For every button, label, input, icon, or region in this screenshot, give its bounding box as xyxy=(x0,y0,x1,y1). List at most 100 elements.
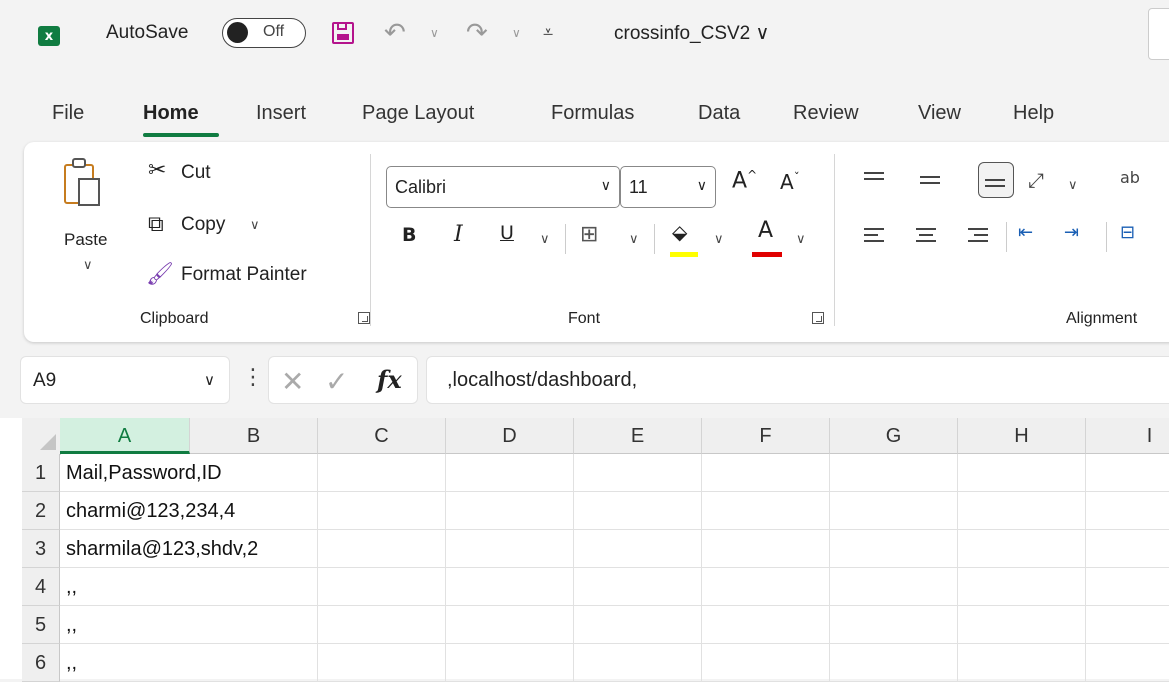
cut-button[interactable]: Cut xyxy=(181,162,211,184)
tab-help[interactable]: Help xyxy=(1013,102,1054,125)
paste-dropdown-icon[interactable]: ∨ xyxy=(83,258,93,273)
grid-cell[interactable] xyxy=(1086,606,1169,644)
grid-cell[interactable] xyxy=(958,568,1086,606)
borders-dropdown-icon[interactable]: ∨ xyxy=(629,232,639,247)
grid-cell[interactable] xyxy=(574,492,702,530)
cell-a2[interactable]: charmi@123,234,4 xyxy=(60,492,235,530)
column-header-d[interactable]: D xyxy=(446,418,574,454)
customize-toolbar-icon[interactable]: ⩡ xyxy=(543,22,553,43)
cell-a3[interactable]: sharmila@123,shdv,2 xyxy=(60,530,258,568)
grid-cell[interactable] xyxy=(1086,454,1169,492)
grid-cell[interactable] xyxy=(830,606,958,644)
align-middle-icon[interactable] xyxy=(920,176,942,192)
row-header[interactable]: 3 xyxy=(22,530,60,568)
grid-cell[interactable] xyxy=(318,492,446,530)
font-size-combo[interactable]: 11 ∨ xyxy=(620,166,716,208)
column-header-c[interactable]: C xyxy=(318,418,446,454)
insert-function-icon[interactable]: fx xyxy=(377,365,402,394)
grid-cell[interactable] xyxy=(446,644,574,682)
font-launcher-icon[interactable] xyxy=(812,312,824,324)
borders-icon[interactable]: ⊞ xyxy=(580,222,598,247)
row-header[interactable]: 5 xyxy=(22,606,60,644)
grid-cell[interactable] xyxy=(1086,492,1169,530)
column-header-e[interactable]: E xyxy=(574,418,702,454)
tab-file[interactable]: File xyxy=(52,102,84,125)
grid-cell[interactable] xyxy=(830,644,958,682)
grid-cell[interactable] xyxy=(574,530,702,568)
grid-cell[interactable] xyxy=(830,454,958,492)
tab-data[interactable]: Data xyxy=(698,102,740,125)
font-name-combo[interactable]: Calibri ∨ xyxy=(386,166,620,208)
increase-indent-icon[interactable]: ⇥ xyxy=(1064,222,1079,243)
orientation-dropdown-icon[interactable]: ∨ xyxy=(1068,178,1078,193)
copy-dropdown-icon[interactable]: ∨ xyxy=(250,218,260,233)
row-header[interactable]: 4 xyxy=(22,568,60,606)
grid-cell[interactable] xyxy=(318,568,446,606)
align-top-icon[interactable] xyxy=(864,172,886,188)
column-header-g[interactable]: G xyxy=(830,418,958,454)
format-painter-button[interactable]: Format Painter xyxy=(181,264,307,286)
grid-cell[interactable] xyxy=(190,606,318,644)
italic-button[interactable]: I xyxy=(454,222,463,247)
grid-cell[interactable] xyxy=(702,606,830,644)
align-right-icon[interactable] xyxy=(968,228,990,244)
name-box[interactable]: A9 ∨ xyxy=(20,356,230,404)
grid-cell[interactable] xyxy=(574,454,702,492)
fill-color-dropdown-icon[interactable]: ∨ xyxy=(714,232,724,247)
increase-font-size-icon[interactable]: A^ xyxy=(732,168,757,193)
bold-button[interactable]: B xyxy=(402,224,416,246)
select-all-button[interactable] xyxy=(22,418,61,455)
column-header-h[interactable]: H xyxy=(958,418,1086,454)
wrap-text-icon[interactable]: ab xyxy=(1120,168,1140,187)
grid-cell[interactable] xyxy=(702,492,830,530)
row-header[interactable]: 2 xyxy=(22,492,60,530)
grid-cell[interactable] xyxy=(574,606,702,644)
autosave-toggle[interactable]: Off xyxy=(222,18,306,48)
excel-icon[interactable]: x xyxy=(38,26,60,46)
column-header-f[interactable]: F xyxy=(702,418,830,454)
paste-button[interactable]: Paste xyxy=(64,230,107,250)
font-color-icon[interactable]: A xyxy=(758,218,773,243)
underline-dropdown-icon[interactable]: ∨ xyxy=(540,232,550,247)
redo-dropdown-icon[interactable]: ∨ xyxy=(512,26,521,40)
grid-cell[interactable] xyxy=(958,492,1086,530)
align-bottom-button[interactable] xyxy=(978,162,1014,198)
chevron-down-icon[interactable]: ∨ xyxy=(204,371,215,389)
grid-cell[interactable] xyxy=(574,644,702,682)
search-box[interactable] xyxy=(1148,8,1169,60)
cell-a1[interactable]: Mail,Password,ID xyxy=(60,454,222,492)
underline-button[interactable]: U xyxy=(500,222,514,244)
grid-cell[interactable] xyxy=(702,454,830,492)
align-left-icon[interactable] xyxy=(864,228,886,244)
cancel-icon[interactable]: ✕ xyxy=(281,365,304,398)
orientation-icon[interactable]: ⤢ xyxy=(1028,168,1044,192)
formula-input[interactable]: ,localhost/dashboard, xyxy=(426,356,1169,404)
copy-button[interactable]: Copy xyxy=(181,214,225,236)
grid-cell[interactable] xyxy=(958,530,1086,568)
fill-color-icon[interactable]: ⬙ xyxy=(672,220,687,244)
cell-a5[interactable]: ,, xyxy=(60,606,190,644)
decrease-indent-icon[interactable]: ⇤ xyxy=(1018,222,1033,243)
grid-cell[interactable] xyxy=(318,454,446,492)
tab-page-layout[interactable]: Page Layout xyxy=(362,102,474,125)
grid-cell[interactable] xyxy=(1086,644,1169,682)
tab-view[interactable]: View xyxy=(918,102,961,125)
align-center-icon[interactable] xyxy=(916,228,938,244)
grid-cell[interactable] xyxy=(702,644,830,682)
grid-cell[interactable] xyxy=(958,454,1086,492)
grid-cell[interactable] xyxy=(446,454,574,492)
more-options-icon[interactable]: ⋮ xyxy=(242,365,264,390)
undo-icon[interactable]: ↶ xyxy=(384,18,406,48)
column-header-i[interactable]: I xyxy=(1086,418,1169,454)
chevron-down-icon[interactable]: ∨ xyxy=(601,178,611,194)
font-color-dropdown-icon[interactable]: ∨ xyxy=(796,232,806,247)
paste-icon[interactable] xyxy=(64,158,104,210)
column-header-b[interactable]: B xyxy=(190,418,318,454)
grid-cell[interactable] xyxy=(446,568,574,606)
grid-cell[interactable] xyxy=(446,606,574,644)
grid-cell[interactable] xyxy=(190,644,318,682)
grid-cell[interactable] xyxy=(702,568,830,606)
tab-review[interactable]: Review xyxy=(793,102,859,125)
grid-cell[interactable] xyxy=(702,530,830,568)
tab-formulas[interactable]: Formulas xyxy=(551,102,634,125)
